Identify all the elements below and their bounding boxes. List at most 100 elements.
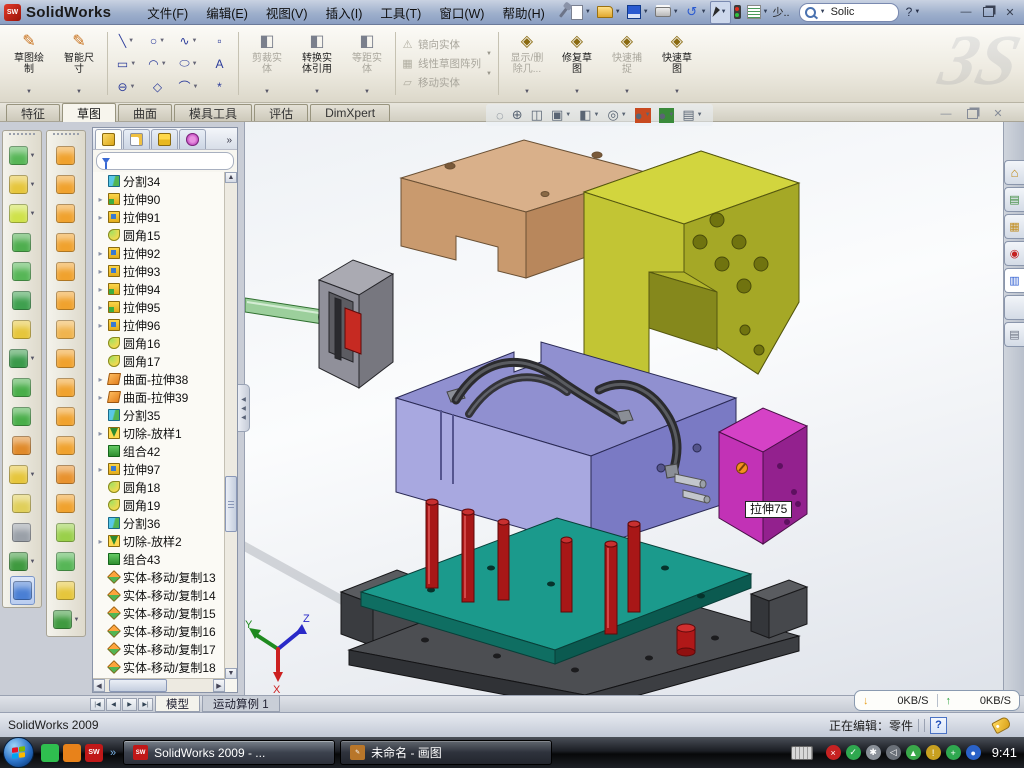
feature-tree-item[interactable]: 拉伸91 [93, 208, 224, 226]
expand-arrow-icon[interactable] [96, 285, 105, 294]
quick-launch-icon[interactable] [41, 744, 59, 762]
quick-launch-icon[interactable]: SW [85, 744, 103, 762]
quick-launch-icon[interactable] [63, 744, 81, 762]
feature-tree-item[interactable]: 实体-移动/复制18 [93, 658, 224, 676]
dropdown-arrow-icon[interactable]: ▼ [593, 112, 599, 118]
view-tool-button[interactable]: ● ▼ [659, 108, 675, 123]
menu-item[interactable]: 工具(T) [371, 0, 430, 25]
input-method-icon[interactable] [791, 746, 813, 760]
help-dropdown-icon[interactable]: ▼ [914, 9, 920, 15]
surface-tool-button[interactable]: ▼ [56, 315, 75, 344]
view-tool-button[interactable]: ◎ ▼ [607, 107, 626, 123]
feature-tool-button[interactable]: ▼ [12, 228, 31, 257]
sketch-tool-button[interactable]: ◈ 显示/删 除几... ▼ [502, 27, 552, 100]
toolbar-button[interactable]: ▼ [744, 2, 772, 23]
dropdown-arrow-icon[interactable]: ▼ [668, 112, 674, 118]
task-pane-tab[interactable] [1004, 322, 1024, 347]
expand-arrow-icon[interactable] [96, 213, 105, 222]
view-tool-button[interactable]: ● ▼ [635, 108, 651, 123]
dropdown-arrow-icon[interactable]: ▼ [30, 356, 36, 362]
menu-item[interactable]: 窗口(W) [430, 0, 493, 25]
tray-icon[interactable]: ! [926, 745, 941, 760]
command-tab[interactable]: 模具工具 [174, 104, 252, 121]
dropdown-arrow-icon[interactable]: ▼ [643, 9, 649, 15]
tab-nav-button[interactable]: ▶ [122, 698, 137, 711]
feature-tool-button[interactable]: ▼ [9, 199, 36, 228]
feature-tool-button[interactable]: ▼ [9, 170, 36, 199]
dropdown-arrow-icon[interactable]: ▼ [697, 112, 703, 118]
feature-tree-item[interactable]: 拉伸95 [93, 298, 224, 316]
surface-tool-button[interactable]: ▼ [56, 170, 75, 199]
feature-tool-button[interactable]: ▼ [9, 344, 36, 373]
feature-tree-item[interactable]: 实体-移动/复制14 [93, 586, 224, 604]
feature-tool-button[interactable]: ▼ [9, 141, 36, 170]
feature-tool-button[interactable]: ▼ [12, 257, 31, 286]
task-pane-tab[interactable] [1004, 214, 1024, 239]
dropdown-arrow-icon[interactable]: ▼ [30, 472, 36, 478]
dropdown-arrow-icon[interactable]: ▼ [159, 38, 165, 44]
expand-arrow-icon[interactable] [96, 249, 105, 258]
feature-tree-item[interactable]: 切除-放样2 [93, 532, 224, 550]
sketch-tool-button[interactable]: ◧ 等距实 体 ▼ [342, 27, 392, 100]
dropdown-arrow-icon[interactable]: ▼ [524, 87, 530, 100]
tray-icon[interactable]: ● [966, 745, 981, 760]
sketch-big-button[interactable]: ✎ 智能尺 寸 ▼ [54, 27, 104, 100]
tag-icon[interactable] [991, 716, 1012, 735]
feature-tree-item[interactable]: 拉伸96 [93, 316, 224, 334]
close-button[interactable]: ✕ [1002, 5, 1018, 20]
surface-tool-button[interactable]: ▼ [56, 373, 75, 402]
toolbar-button[interactable]: ▼ [731, 2, 744, 23]
search-dropdown-icon[interactable]: ▼ [820, 9, 826, 15]
scroll-down-icon[interactable]: ▼ [225, 668, 237, 679]
expand-arrow-icon[interactable] [96, 393, 105, 402]
menu-item[interactable]: 插入(I) [317, 0, 372, 25]
feature-tree-item[interactable]: 圆角15 [93, 226, 224, 244]
command-tab[interactable]: 特征 [6, 104, 60, 121]
quick-tips-button[interactable]: ? [930, 717, 947, 734]
model-tab[interactable]: 运动算例 1 [202, 696, 280, 712]
network-speed-monitor[interactable]: ↓ 0KB/S ↑ 0KB/S [854, 690, 1020, 711]
stop-pin[interactable] [677, 624, 695, 656]
sketch-tool-button[interactable]: ▱ 移动实体 [401, 75, 481, 90]
command-tab[interactable]: 曲面 [118, 104, 172, 121]
sketch-entity-button[interactable]: ○ ▼ [142, 29, 173, 52]
expand-arrow-icon[interactable] [96, 195, 105, 204]
task-pane-tab[interactable] [1004, 160, 1024, 185]
dropdown-arrow-icon[interactable]: ▼ [193, 84, 199, 90]
dropdown-arrow-icon[interactable]: ▼ [130, 61, 136, 67]
task-pane-tab[interactable] [1004, 268, 1024, 293]
feature-tree-item[interactable]: 分割34 [93, 172, 224, 190]
dropdown-arrow-icon[interactable]: ▼ [565, 112, 571, 118]
toolbar-button[interactable]: ▼ [559, 2, 568, 23]
scroll-right-icon[interactable]: ▶ [213, 679, 225, 692]
feature-tree-item[interactable]: 实体-移动/复制15 [93, 604, 224, 622]
sketch-entity-button[interactable]: A ▼ [204, 52, 235, 75]
surface-tool-button[interactable]: ▼ [56, 576, 75, 605]
scroll-left-icon[interactable]: ◀ [93, 679, 105, 692]
dropdown-arrow-icon[interactable]: ▼ [264, 87, 270, 100]
view-tool-button[interactable]: ▣ ▼ [551, 107, 571, 123]
sketch-tool-button[interactable]: ◈ 快速草 图 ▼ [652, 27, 702, 100]
feature-tree-item[interactable]: 拉伸97 [93, 460, 224, 478]
dropdown-arrow-icon[interactable]: ▼ [615, 9, 621, 15]
sketch-entity-button[interactable]: * ▼ [204, 75, 235, 98]
manager-t[interactable] [179, 129, 206, 149]
dropdown-arrow-icon[interactable]: ▼ [585, 9, 591, 15]
toolbar-grip[interactable] [53, 133, 79, 139]
dropdown-arrow-icon[interactable]: ▼ [721, 9, 727, 15]
surface-tool-button[interactable]: ▼ [56, 431, 75, 460]
feature-tree-item[interactable]: 实体-移动/复制17 [93, 640, 224, 658]
dropdown-arrow-icon[interactable]: ▼ [763, 9, 769, 15]
view-tool-button[interactable]: ◫ ▼ [531, 107, 543, 123]
surface-tool-button[interactable]: ▼ [56, 547, 75, 576]
tray-icon[interactable]: × [826, 745, 841, 760]
sketch-entity-button[interactable]: ▭ ▼ [111, 52, 142, 75]
task-pane-tab[interactable] [1004, 295, 1024, 320]
taskbar-clock[interactable]: 9:41 [992, 745, 1017, 760]
restore-button[interactable] [980, 5, 996, 20]
quick-launch-overflow-icon[interactable]: » [110, 747, 116, 759]
dropdown-arrow-icon[interactable]: ▼ [674, 87, 680, 100]
sketch-entity-button[interactable]: ⊖ ▼ [111, 75, 142, 98]
dropdown-arrow-icon[interactable]: ▼ [701, 9, 707, 15]
help-button[interactable]: ? [906, 5, 913, 19]
